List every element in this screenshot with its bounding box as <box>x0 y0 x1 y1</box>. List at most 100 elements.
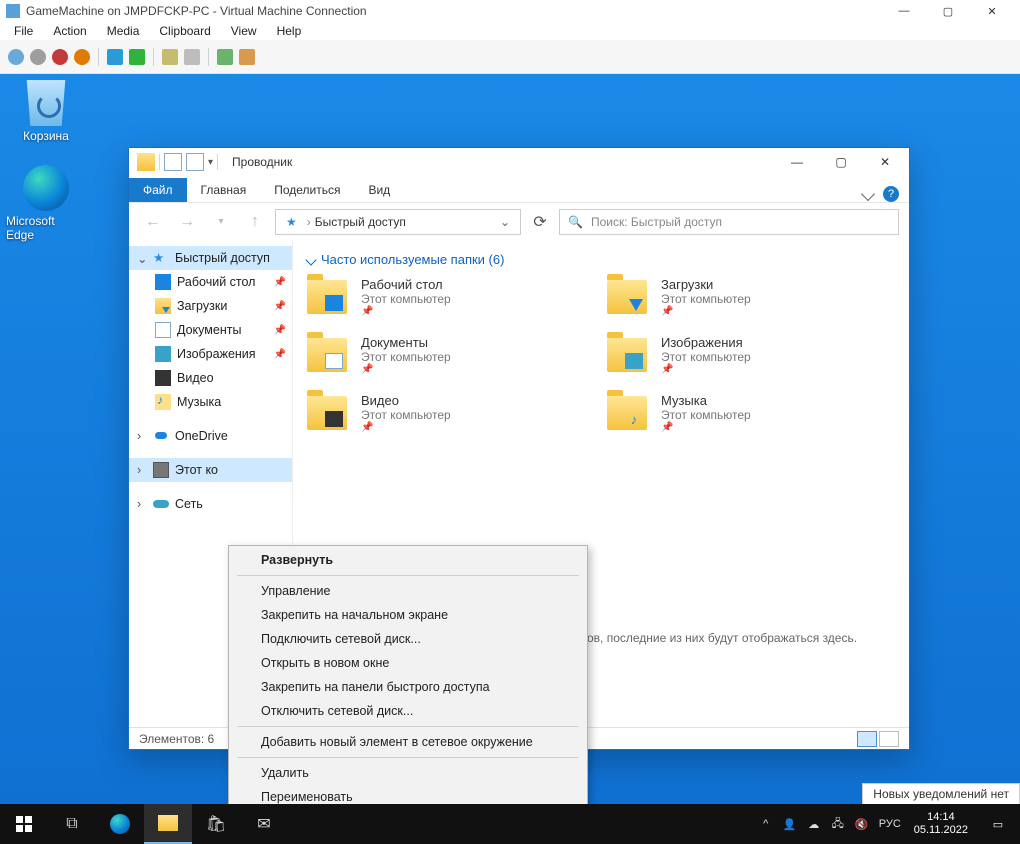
folder-pin-icon: 📌 <box>661 422 751 433</box>
menu-action[interactable]: Action <box>43 24 96 38</box>
folder-card[interactable]: Рабочий столЭтот компьютер📌 <box>307 277 567 317</box>
qat-newfolder-icon[interactable] <box>186 153 204 171</box>
tray-people-icon[interactable]: 👤 <box>778 804 802 844</box>
caret-icon[interactable]: › <box>137 429 147 443</box>
menu-file[interactable]: File <box>4 24 43 38</box>
folder-card[interactable]: ЗагрузкиЭтот компьютер📌 <box>607 277 867 317</box>
tool-play-icon[interactable] <box>129 49 145 65</box>
context-menu-item[interactable]: Управление <box>231 579 585 603</box>
qat-properties-icon[interactable] <box>164 153 182 171</box>
context-menu-item[interactable]: Добавить новый элемент в сетевое окружен… <box>231 730 585 754</box>
tool-enhanced-icon[interactable] <box>217 49 233 65</box>
desktop-edge[interactable]: Microsoft Edge <box>6 165 86 242</box>
folder-icon <box>607 338 647 372</box>
host-close-button[interactable]: ✕ <box>970 0 1014 22</box>
task-view-icon: ⧉ <box>66 815 77 833</box>
nav-item-documents[interactable]: Документы📌 <box>129 318 292 342</box>
taskbar-edge[interactable] <box>96 804 144 844</box>
tool-power-icon[interactable] <box>74 49 90 65</box>
up-button[interactable]: ↑ <box>241 208 269 236</box>
search-box[interactable]: 🔍 Поиск: Быстрый доступ <box>559 209 899 235</box>
taskbar-explorer[interactable] <box>144 804 192 844</box>
host-maximize-button[interactable]: ▢ <box>926 0 970 22</box>
tray-network-icon[interactable]: 🖧 <box>826 804 850 844</box>
taskbar-store[interactable]: 🛍 <box>192 804 240 844</box>
context-menu-item[interactable]: Закрепить на начальном экране <box>231 603 585 627</box>
folder-icon <box>307 396 347 430</box>
explorer-minimize-button[interactable]: — <box>775 148 819 176</box>
caret-icon[interactable]: › <box>137 463 147 477</box>
nav-this-pc[interactable]: ›Этот ко <box>129 458 292 482</box>
vm-desktop[interactable]: Корзина Microsoft Edge ▾ Проводник — ▢ ✕… <box>0 74 1020 844</box>
section-header[interactable]: Часто используемые папки (6) <box>307 252 895 267</box>
address-bar[interactable]: ★ › Быстрый доступ ⌄ <box>275 209 521 235</box>
context-menu-item[interactable]: Закрепить на панели быстрого доступа <box>231 675 585 699</box>
view-details-button[interactable] <box>857 731 877 747</box>
notification-popup[interactable]: Новых уведомлений нет <box>862 783 1020 805</box>
tray-language[interactable]: РУС <box>874 804 906 844</box>
nav-item-pictures[interactable]: Изображения📌 <box>129 342 292 366</box>
tool-share-icon[interactable] <box>239 49 255 65</box>
address-dropdown-icon[interactable]: ⌄ <box>494 215 516 229</box>
folder-card[interactable]: ♪МузыкаЭтот компьютер📌 <box>607 393 867 433</box>
back-button[interactable]: ← <box>139 208 167 236</box>
folder-name: Видео <box>361 393 451 408</box>
nav-item-videos[interactable]: Видео <box>129 366 292 390</box>
nav-quick-label: Быстрый доступ <box>175 251 270 265</box>
nav-item-music[interactable]: Музыка <box>129 390 292 414</box>
action-center-button[interactable]: ▭ <box>976 804 1020 844</box>
context-menu-item[interactable]: Подключить сетевой диск... <box>231 627 585 651</box>
menu-clipboard[interactable]: Clipboard <box>149 24 220 38</box>
tool-revert-icon[interactable] <box>184 49 200 65</box>
forward-button[interactable]: → <box>173 208 201 236</box>
taskbar-mail[interactable]: ✉ <box>240 804 288 844</box>
this-pc-icon <box>153 462 169 478</box>
help-icon[interactable]: ? <box>883 186 899 202</box>
menu-media[interactable]: Media <box>97 24 150 38</box>
context-menu-item[interactable]: Отключить сетевой диск... <box>231 699 585 723</box>
task-view-button[interactable]: ⧉ <box>48 804 96 844</box>
context-menu-item[interactable]: Удалить <box>231 761 585 785</box>
explorer-maximize-button[interactable]: ▢ <box>819 148 863 176</box>
ribbon-expand-icon[interactable] <box>861 187 875 201</box>
ribbon-file-tab[interactable]: Файл <box>129 178 187 202</box>
folder-card[interactable]: ДокументыЭтот компьютер📌 <box>307 335 567 375</box>
folder-card[interactable]: ИзображенияЭтот компьютер📌 <box>607 335 867 375</box>
nav-network[interactable]: ›Сеть <box>129 492 292 516</box>
recent-locations-button[interactable]: ▾ <box>207 208 235 236</box>
qat-dropdown-icon[interactable]: ▾ <box>208 157 213 168</box>
tool-pause-icon[interactable] <box>107 49 123 65</box>
nav-onedrive[interactable]: ›OneDrive <box>129 424 292 448</box>
explorer-close-button[interactable]: ✕ <box>863 148 907 176</box>
tool-record-icon[interactable] <box>52 49 68 65</box>
explorer-titlebar[interactable]: ▾ Проводник — ▢ ✕ <box>129 148 909 176</box>
nav-item-downloads[interactable]: Загрузки📌 <box>129 294 292 318</box>
tray-clock[interactable]: 14:14 05.11.2022 <box>906 811 976 837</box>
context-menu-item[interactable]: Развернуть <box>231 548 585 572</box>
caret-icon[interactable]: › <box>137 497 147 511</box>
ribbon-view-tab[interactable]: Вид <box>354 178 404 202</box>
context-menu-item[interactable]: Открыть в новом окне <box>231 651 585 675</box>
store-icon: 🛍 <box>206 814 226 834</box>
nav-item-desktop[interactable]: Рабочий стол📌 <box>129 270 292 294</box>
tool-checkpoint-icon[interactable] <box>162 49 178 65</box>
tool-ctrlaltdel-icon[interactable] <box>8 49 24 65</box>
view-large-icons-button[interactable] <box>879 731 899 747</box>
start-button[interactable] <box>0 804 48 844</box>
menu-view[interactable]: View <box>221 24 267 38</box>
menu-help[interactable]: Help <box>267 24 312 38</box>
folder-card[interactable]: ВидеоЭтот компьютер📌 <box>307 393 567 433</box>
tray-onedrive-icon[interactable]: ☁ <box>802 804 826 844</box>
tray-overflow-button[interactable]: ^ <box>754 804 778 844</box>
ribbon-home-tab[interactable]: Главная <box>187 178 261 202</box>
nav-quick-access[interactable]: ⌄ ★ Быстрый доступ <box>129 246 292 270</box>
host-minimize-button[interactable]: — <box>882 0 926 22</box>
caret-icon[interactable]: ⌄ <box>137 251 147 266</box>
tool-stop-icon[interactable] <box>30 49 46 65</box>
desktop-recycle-bin[interactable]: Корзина <box>6 80 86 143</box>
tool-sep2 <box>153 48 154 66</box>
tray-volume-icon[interactable]: 🔇 <box>850 804 874 844</box>
taskbar[interactable]: ⧉ 🛍 ✉ ^ 👤 ☁ 🖧 🔇 РУС 14:14 05.11.2022 ▭ <box>0 804 1020 844</box>
ribbon-share-tab[interactable]: Поделиться <box>260 178 354 202</box>
refresh-button[interactable]: ⟳ <box>527 209 553 235</box>
